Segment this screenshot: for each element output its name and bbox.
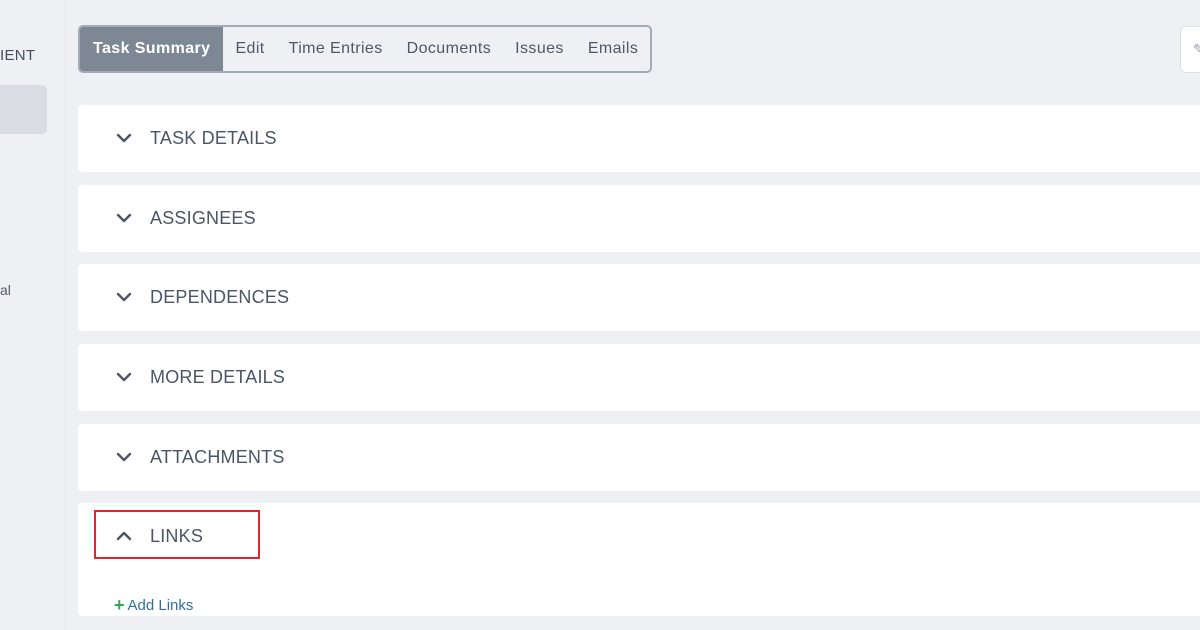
section-label: DEPENDENCES	[150, 287, 290, 307]
tab-time-entries[interactable]: Time Entries	[277, 27, 395, 71]
tab-edit[interactable]: Edit	[223, 27, 276, 71]
edit-icon: ✎	[1193, 41, 1200, 57]
section-label: MORE DETAILS	[150, 367, 286, 387]
section-label: ATTACHMENTS	[150, 447, 285, 467]
chevron-down-icon	[116, 372, 132, 382]
sidebar-item[interactable]: al	[0, 282, 11, 298]
tab-task-summary[interactable]: Task Summary	[80, 27, 224, 71]
section-assignees[interactable]: ASSIGNEES	[78, 185, 1200, 252]
tab-documents[interactable]: Documents	[395, 27, 504, 71]
tab-issues[interactable]: Issues	[503, 27, 576, 71]
tab-emails[interactable]: Emails	[576, 27, 650, 71]
plus-icon: +	[114, 595, 125, 615]
chevron-down-icon	[116, 452, 132, 462]
section-task-details[interactable]: TASK DETAILS	[78, 105, 1200, 172]
chevron-down-icon	[116, 133, 132, 143]
section-links: LINKS + Add Links	[78, 503, 1200, 616]
add-links-link[interactable]: + Add Links	[114, 595, 194, 615]
section-more-details[interactable]: MORE DETAILS	[78, 344, 1200, 411]
chevron-down-icon	[116, 213, 132, 223]
section-attachments[interactable]: ATTACHMENTS	[78, 424, 1200, 491]
edit-button[interactable]: ✎	[1180, 26, 1200, 73]
chevron-up-icon[interactable]	[116, 529, 132, 543]
section-dependences[interactable]: DEPENDENCES	[78, 264, 1200, 331]
tab-bar: Task Summary Edit Time Entries Documents…	[78, 25, 653, 73]
section-label-links[interactable]: LINKS	[150, 526, 203, 547]
chevron-down-icon	[116, 292, 132, 302]
add-links-label: Add Links	[127, 597, 194, 614]
section-label: TASK DETAILS	[150, 128, 277, 148]
sidebar-title: IENT	[0, 47, 36, 64]
section-label: ASSIGNEES	[150, 208, 256, 228]
sidebar-item-active[interactable]	[0, 85, 47, 134]
sidebar: IENT al	[0, 0, 66, 630]
